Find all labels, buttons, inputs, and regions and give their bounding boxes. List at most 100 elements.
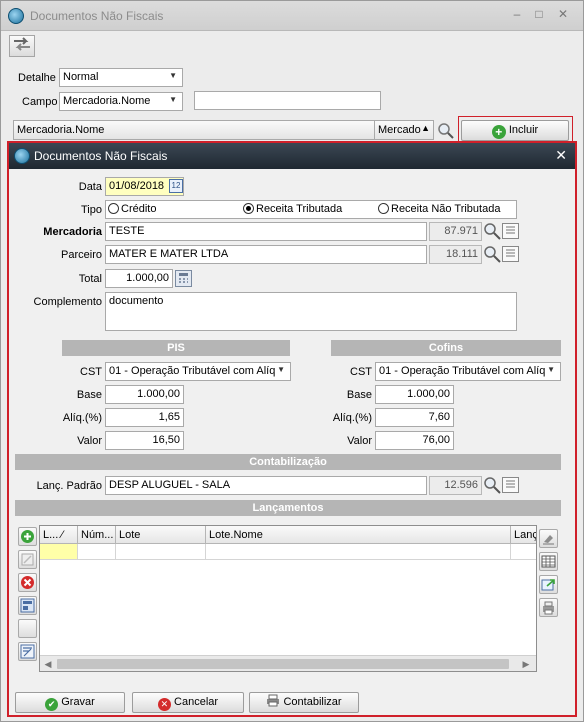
cofins-base-input[interactable]: 1.000,00 (375, 385, 454, 404)
grid-cell[interactable] (206, 544, 511, 560)
search-icon[interactable] (436, 121, 456, 141)
grid-header-mercado-label: Mercado (378, 124, 421, 136)
detalhe-select[interactable]: Normal ▼ (59, 68, 183, 87)
grid-cell[interactable] (116, 544, 206, 560)
cofins-base-label: Base (346, 389, 372, 401)
radio-icon (378, 203, 389, 214)
edit-icon (21, 553, 34, 566)
calendar-icon[interactable]: 12 (169, 179, 183, 193)
printer-icon (267, 694, 280, 707)
cofins-aliq-label: Alíq.(%) (332, 412, 372, 424)
lancamentos-grid[interactable]: L... ⁄ Núm... Lote Lote.Nome Lanç. ◀ ▶ (39, 525, 537, 672)
add-row-button[interactable] (18, 527, 37, 546)
cofins-valor-label: Valor (347, 435, 372, 447)
parceiro-search-icon[interactable] (483, 245, 503, 264)
lanc-padrao-search-icon[interactable] (483, 476, 503, 495)
minimize-icon[interactable]: – (510, 7, 524, 21)
grid-col-lote[interactable]: Lote (116, 526, 206, 544)
pis-cst-label: CST (80, 366, 102, 378)
total-label: Total (78, 273, 102, 285)
form-edit-icon (20, 644, 35, 659)
layout-icon (20, 598, 35, 613)
lancamentos-section-header: Lançamentos (15, 500, 561, 516)
grid-cell[interactable] (511, 544, 536, 560)
radio-selected-icon (243, 203, 254, 214)
grid-col-num[interactable]: Núm... (78, 526, 116, 544)
parceiro-detail-icon[interactable] (502, 246, 519, 262)
contabilizacao-section-header: Contabilização (15, 454, 561, 470)
dialog-close-icon[interactable]: ✕ (555, 147, 567, 164)
tipo-option-receita-nao-tributada-label: Receita Não Tributada (391, 203, 501, 215)
close-icon[interactable]: ✕ (556, 7, 570, 21)
cancelar-button[interactable]: ✕ Cancelar (132, 692, 244, 713)
search-input[interactable] (194, 91, 381, 110)
maximize-icon[interactable]: □ (532, 7, 546, 21)
pis-aliq-label: Alíq.(%) (62, 412, 102, 424)
cofins-valor-input[interactable]: 76,00 (375, 431, 454, 450)
cofins-cst-label: CST (350, 366, 372, 378)
grid-header-mercado[interactable]: Mercado ▲ (374, 120, 434, 140)
tipo-radio-group: Crédito Receita Tributada Receita Não Tr… (105, 200, 517, 219)
horizontal-scrollbar[interactable]: ◀ ▶ (40, 655, 536, 671)
lanc-padrao-detail-icon[interactable] (502, 477, 519, 493)
table-icon (541, 555, 556, 568)
lanc-padrao-code: 12.596 (429, 476, 482, 495)
scroll-left-icon[interactable]: ◀ (42, 658, 54, 670)
edit-row-button[interactable] (18, 550, 37, 569)
mercadoria-code: 87.971 (429, 222, 482, 241)
mercadoria-detail-icon[interactable] (502, 223, 519, 239)
delete-row-button[interactable] (18, 573, 37, 592)
switch-arrows-button[interactable] (9, 35, 35, 57)
calculator-icon[interactable] (175, 270, 192, 287)
chevron-down-icon: ▼ (275, 365, 285, 374)
scrollbar-thumb[interactable] (57, 659, 509, 669)
blank-tool-button[interactable] (18, 619, 37, 638)
grid-col-lote-nome[interactable]: Lote.Nome (206, 526, 511, 544)
tipo-option-receita-tributada-label: Receita Tributada (256, 203, 343, 215)
eraser-button[interactable] (539, 529, 558, 548)
grid-cell-selected[interactable] (40, 544, 78, 560)
incluir-button[interactable]: + Incluir (461, 120, 569, 141)
pis-aliq-input[interactable]: 1,65 (105, 408, 184, 427)
grid-col-lanc[interactable]: Lanç. (511, 526, 536, 544)
campo-select-value: Mercadoria.Nome (63, 95, 151, 107)
radio-icon (108, 203, 119, 214)
pis-cst-select[interactable]: 01 - Operação Tributável com Alíqu ▼ (105, 362, 291, 381)
lanc-padrao-input[interactable]: DESP ALUGUEL - SALA (105, 476, 427, 495)
layout-button[interactable] (18, 596, 37, 615)
scroll-right-icon[interactable]: ▶ (520, 658, 532, 670)
grid-header-mercadoria-nome[interactable]: Mercadoria.Nome (13, 120, 375, 140)
tipo-option-credito-label: Crédito (121, 203, 157, 215)
gravar-button[interactable]: ✔ Gravar (15, 692, 125, 713)
lanc-padrao-label: Lanç. Padrão (36, 480, 102, 492)
export-icon (541, 579, 555, 591)
pis-valor-input[interactable]: 16,50 (105, 431, 184, 450)
complemento-textarea[interactable]: documento (105, 292, 517, 331)
grid-cell[interactable] (78, 544, 116, 560)
tipo-option-receita-tributada[interactable]: Receita Tributada (243, 203, 342, 215)
cofins-cst-select[interactable]: 01 - Operação Tributável com Alíqu ▼ (375, 362, 561, 381)
add-icon: + (491, 125, 506, 139)
total-input[interactable]: 1.000,00 (105, 269, 173, 288)
mercadoria-input[interactable]: TESTE (105, 222, 427, 241)
pis-base-input[interactable]: 1.000,00 (105, 385, 184, 404)
print-button[interactable] (539, 598, 558, 617)
chevron-down-icon: ▼ (545, 365, 555, 374)
tipo-option-credito[interactable]: Crédito (108, 203, 156, 215)
contabilizar-button[interactable]: Contabilizar (249, 692, 359, 713)
complemento-label: Complemento (33, 296, 102, 308)
campo-select[interactable]: Mercadoria.Nome ▼ (59, 92, 183, 111)
table-button[interactable] (539, 552, 558, 571)
mercadoria-label: Mercadoria (43, 226, 102, 238)
scroll-up-icon: ▲ (421, 123, 430, 133)
cofins-aliq-input[interactable]: 7,60 (375, 408, 454, 427)
grid-col-l[interactable]: L... ⁄ (40, 526, 78, 544)
mercadoria-search-icon[interactable] (483, 222, 503, 241)
tipo-label: Tipo (81, 204, 102, 216)
detalhe-label: Detalhe (18, 72, 56, 84)
parceiro-input[interactable]: MATER E MATER LTDA (105, 245, 427, 264)
form-edit-button[interactable] (18, 642, 37, 661)
tipo-option-receita-nao-tributada[interactable]: Receita Não Tributada (378, 203, 500, 215)
export-button[interactable] (539, 575, 558, 594)
data-value: 01/08/2018 (109, 180, 165, 192)
